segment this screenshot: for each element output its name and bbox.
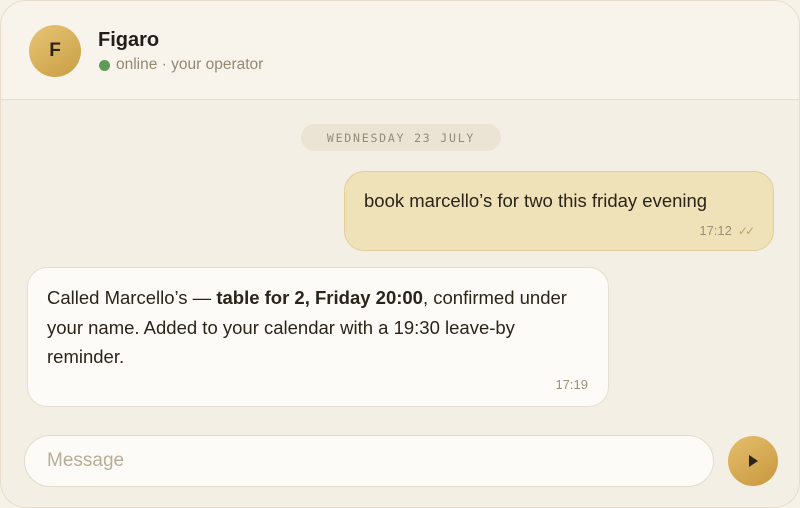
avatar[interactable]: F <box>29 25 81 77</box>
message-text: Called Marcello’s — table for 2, Friday … <box>47 283 595 372</box>
avatar-initial: F <box>49 40 61 61</box>
message-input[interactable] <box>25 436 713 486</box>
play-icon <box>749 455 758 467</box>
message-composer <box>24 435 714 487</box>
date-divider: WEDNESDAY 23 JULY <box>301 124 501 151</box>
chat-window: F Figaro online · your operator WEDNESDA… <box>0 0 800 508</box>
send-button[interactable] <box>728 436 778 486</box>
contact-name[interactable]: Figaro <box>98 29 159 52</box>
double-check-icon: ✓✓ <box>737 223 755 238</box>
outgoing-message[interactable]: book marcello’s for two this friday even… <box>344 171 774 251</box>
status-text: online · your operator <box>116 56 264 73</box>
message-text: book marcello’s for two this friday even… <box>364 190 708 211</box>
chat-header: F Figaro online · your operator <box>1 1 799 100</box>
message-time: 17:19 <box>555 377 588 392</box>
message-text-bold: table for 2, Friday 20:00 <box>216 287 423 308</box>
incoming-message[interactable]: Called Marcello’s — table for 2, Friday … <box>27 267 609 407</box>
online-status-icon <box>99 59 110 71</box>
message-text-part: Called Marcello’s — <box>47 287 217 308</box>
message-meta: 17:12 ✓✓ <box>699 223 755 238</box>
contact-status: online · your operator <box>99 56 263 74</box>
message-time: 17:12 <box>699 223 732 238</box>
